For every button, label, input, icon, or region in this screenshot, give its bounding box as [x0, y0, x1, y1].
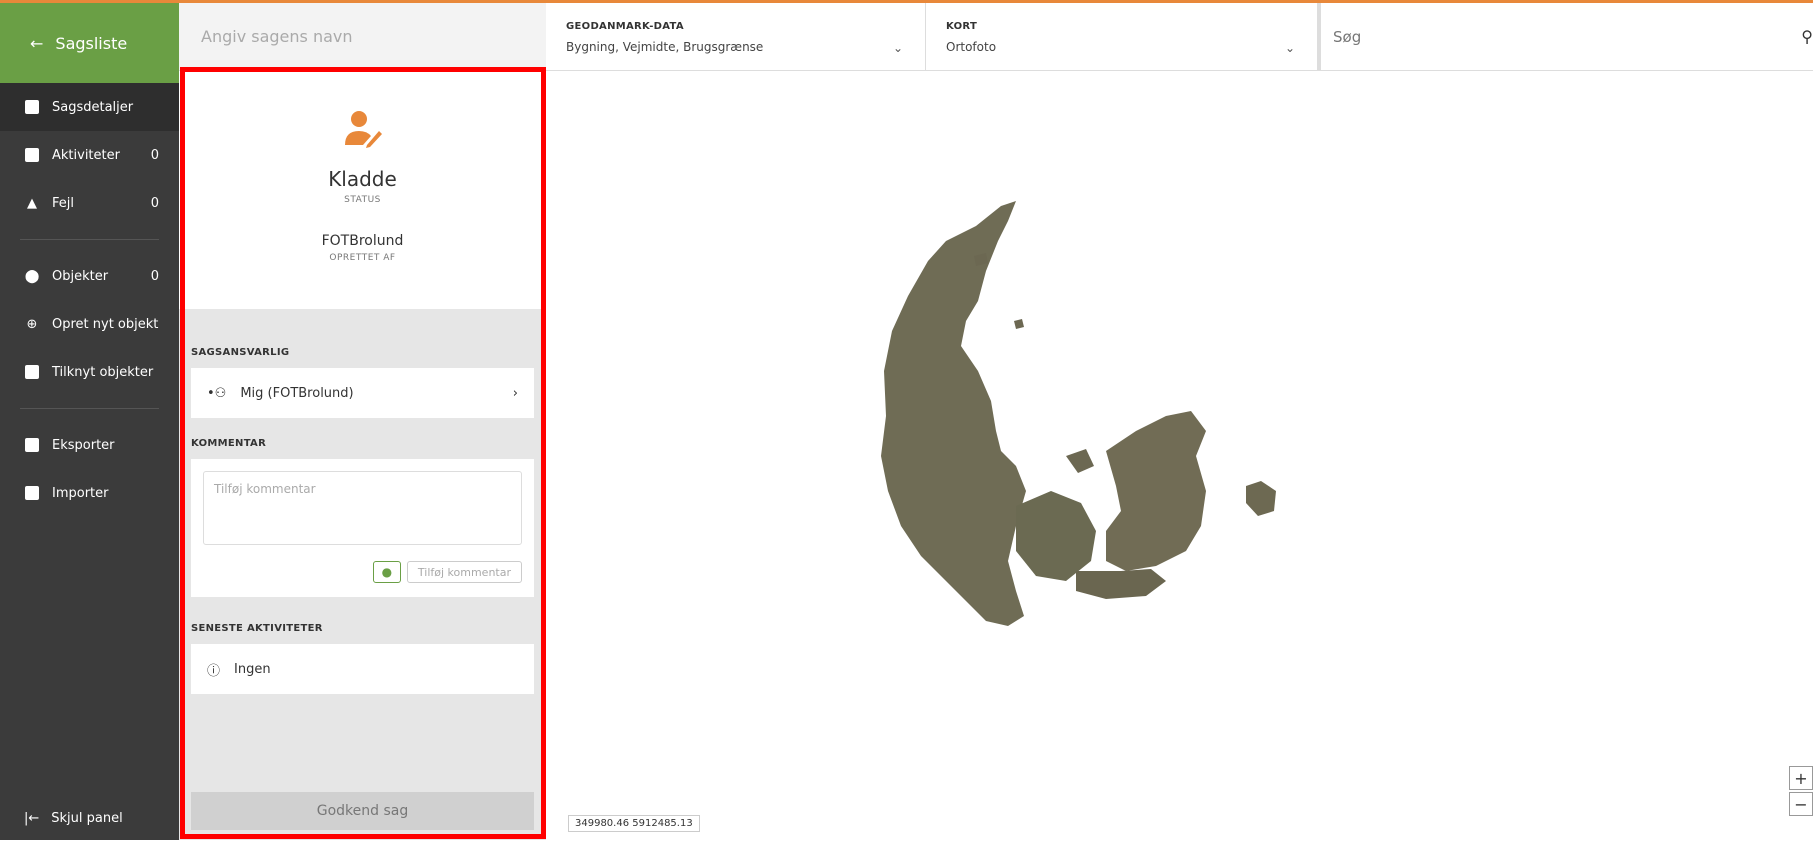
hide-panel-label: Skjul panel	[51, 810, 123, 826]
nav-item-label: Aktiviteter	[52, 147, 120, 163]
arrow-left-icon: ←	[30, 33, 44, 53]
collapse-left-icon: |←	[24, 810, 40, 826]
denmark-orthophoto	[881, 201, 1276, 626]
nav-item-attach-objects[interactable]: Tilknyt objekter	[0, 348, 179, 396]
comment-placeholder: Tilføj kommentar	[214, 482, 316, 496]
chevron-right-icon: ›	[512, 385, 518, 401]
zoom-out-button[interactable]: −	[1789, 792, 1813, 816]
approve-case-button[interactable]: Godkend sag	[191, 792, 534, 830]
chevron-down-icon: ⌄	[1284, 41, 1295, 55]
map-type-label: KORT	[946, 21, 978, 32]
comment-card: Tilføj kommentar ● Tilføj kommentar	[191, 459, 534, 597]
activity-icon	[24, 147, 40, 163]
toolbox-icon	[24, 437, 40, 453]
nav-item-label: Opret nyt objekt	[52, 316, 159, 332]
back-to-case-list[interactable]: ← Sagsliste	[0, 3, 179, 83]
creator-label: OPRETTET AF	[329, 253, 396, 263]
nav-item-import[interactable]: Importer	[0, 469, 179, 517]
hide-panel-button[interactable]: |← Skjul panel	[0, 796, 179, 840]
nav-divider	[20, 239, 159, 240]
nav-divider	[20, 408, 159, 409]
search-placeholder: Søg	[1333, 27, 1362, 46]
case-name-input[interactable]: Angiv sagens navn	[179, 3, 546, 71]
activities-value: Ingen	[234, 661, 271, 677]
case-name-placeholder: Angiv sagens navn	[201, 27, 353, 46]
map-pin-icon: ⬤	[24, 268, 40, 284]
search-input[interactable]: Søg ⚲	[1318, 3, 1813, 71]
add-comment-button[interactable]: Tilføj kommentar	[406, 561, 522, 583]
nav-item-activities[interactable]: Aktiviteter 0	[0, 131, 179, 179]
nav-item-export[interactable]: Eksporter	[0, 421, 179, 469]
search-icon[interactable]: ⚲	[1801, 27, 1813, 46]
zoom-in-button[interactable]: +	[1789, 766, 1813, 790]
objects-count: 0	[150, 268, 159, 284]
status-label: STATUS	[344, 195, 381, 205]
responsible-section-label: SAGSANSVARLIG	[191, 347, 290, 358]
geodata-dropdown[interactable]: GEODANMARK-DATA Bygning, Vejmidte, Brugs…	[546, 3, 926, 71]
download-box-icon	[24, 364, 40, 380]
creator-value: FOTBrolund	[321, 233, 404, 249]
plus-circle-icon: ⊕	[26, 316, 38, 332]
chevron-down-icon: ⌄	[892, 41, 903, 55]
add-comment-label: Tilføj kommentar	[417, 565, 511, 579]
nav-item-label: Fejl	[52, 195, 74, 211]
map-type-value: Ortofoto	[946, 40, 997, 54]
comment-section-label: KOMMENTAR	[191, 438, 267, 449]
approve-case-label: Godkend sag	[316, 803, 409, 819]
geodata-label: GEODANMARK-DATA	[566, 21, 684, 32]
user-edit-icon	[344, 111, 382, 148]
nav-item-label: Tilknyt objekter	[52, 364, 154, 380]
nav-item-errors[interactable]: ▲ Fejl 0	[0, 179, 179, 227]
nav-item-label: Importer	[52, 485, 109, 501]
map-type-dropdown[interactable]: KORT Ortofoto ⌄	[926, 3, 1318, 71]
clipboard-icon	[24, 99, 40, 115]
status-card: Kladde STATUS FOTBrolund OPRETTET AF	[179, 71, 546, 309]
activities-row: ⓘ Ingen	[191, 644, 534, 694]
responsible-value: Mig (FOTBrolund)	[240, 385, 354, 401]
status-value: Kladde	[328, 167, 397, 191]
case-list-label: Sagsliste	[55, 33, 128, 53]
comment-textarea[interactable]: Tilføj kommentar	[203, 471, 522, 545]
warning-icon: ▲	[27, 195, 37, 211]
activities-count: 0	[150, 147, 159, 163]
comment-actions: ● Tilføj kommentar	[372, 561, 522, 583]
map-pin-icon: ●	[381, 565, 393, 579]
user-add-icon: •⚇	[207, 385, 227, 401]
info-circle-icon: ⓘ	[207, 663, 221, 679]
coordinate-readout: 349980.46 5912485.13	[568, 815, 700, 832]
map-pin-button[interactable]: ●	[372, 561, 401, 583]
nav-item-label: Objekter	[52, 268, 109, 284]
responsible-selector[interactable]: •⚇ Mig (FOTBrolund) ›	[191, 368, 534, 418]
map-view[interactable]	[546, 71, 1813, 840]
nav-item-objects[interactable]: ⬤ Objekter 0	[0, 252, 179, 300]
errors-count: 0	[150, 195, 159, 211]
geodata-value: Bygning, Vejmidte, Brugsgrænse	[566, 40, 764, 54]
activities-section-label: SENESTE AKTIVITETER	[191, 623, 323, 634]
nav-item-label: Sagsdetaljer	[52, 99, 134, 115]
nav-item-create-object[interactable]: ⊕ Opret nyt objekt	[0, 300, 179, 348]
nav-item-case-details[interactable]: Sagsdetaljer	[0, 83, 179, 131]
nav-item-label: Eksporter	[52, 437, 115, 453]
case-detail-panel: Kladde STATUS FOTBrolund OPRETTET AF SAG…	[179, 71, 546, 840]
toolbox-icon	[24, 485, 40, 501]
left-nav: ← Sagsliste Sagsdetaljer Aktiviteter 0 ▲…	[0, 3, 179, 840]
